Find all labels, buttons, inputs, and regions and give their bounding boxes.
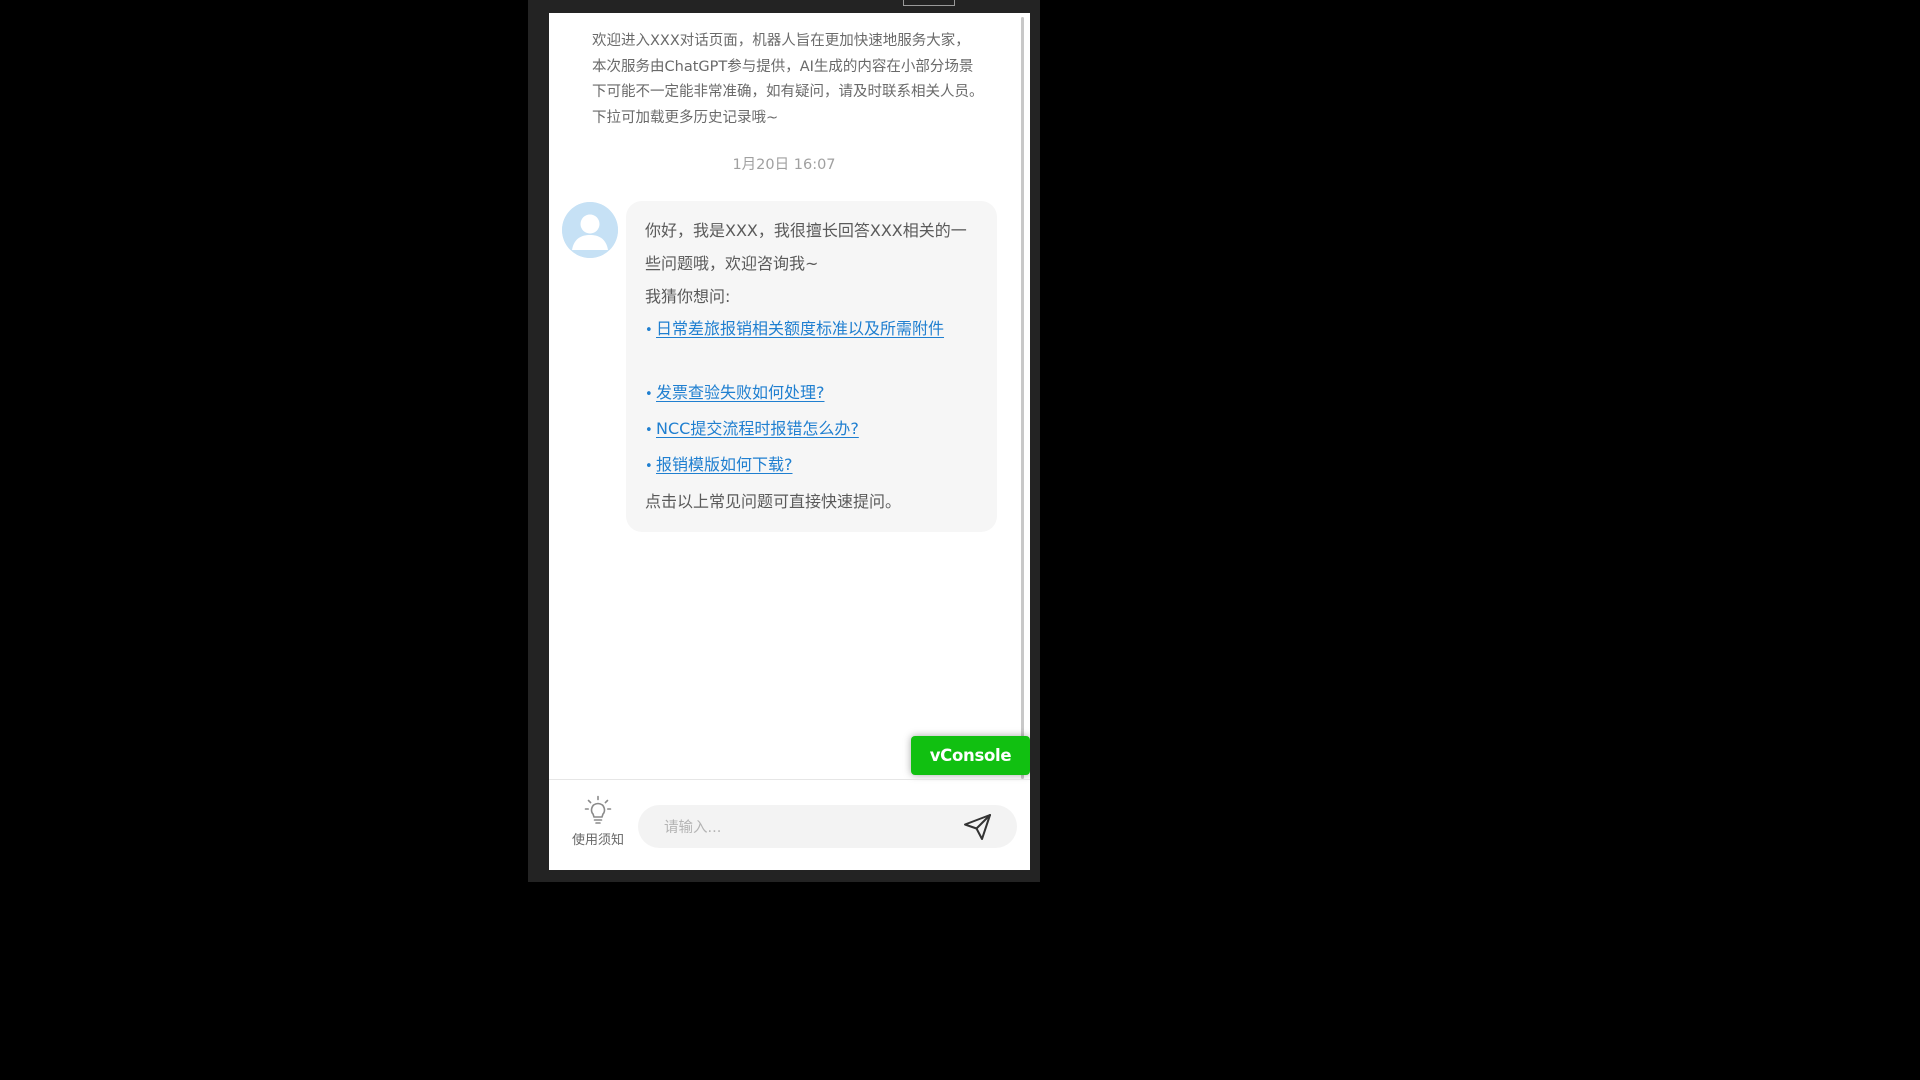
lightbulb-icon: [584, 795, 612, 824]
usage-notice-label: 使用须知: [571, 833, 624, 848]
bullet-icon: •: [645, 423, 653, 438]
message-input[interactable]: [662, 805, 956, 850]
scrollbar-thumb[interactable]: [1021, 17, 1024, 779]
message-timestamp: 1月20日 16:07: [732, 157, 836, 173]
scrollbar[interactable]: [1020, 17, 1025, 779]
suggested-question-text[interactable]: 发票查验失败如何处理?: [656, 383, 825, 402]
send-icon: [964, 814, 991, 840]
bottom-divider: [549, 779, 1030, 780]
suggested-question-text[interactable]: NCC提交流程时报错怎么办?: [656, 419, 859, 438]
chat-screen: 欢迎进入XXX对话页面，机器人旨在更加快速地服务大家，本次服务由ChatGPT参…: [549, 13, 1030, 870]
suggestion-footer: 点击以上常见问题可直接快速提问。: [645, 492, 902, 511]
suggestion-heading: 我猜你想问:: [645, 287, 731, 306]
bullet-icon: •: [645, 387, 653, 402]
send-button[interactable]: [961, 811, 995, 843]
welcome-notice: 欢迎进入XXX对话页面，机器人旨在更加快速地服务大家，本次服务由ChatGPT参…: [592, 33, 984, 126]
suggested-question[interactable]: • 报销模版如何下载?: [645, 451, 981, 481]
bot-message-bubble: 你好，我是XXX，我很擅长回答XXX相关的一些问题哦，欢迎咨询我~ 我猜你想问:…: [626, 201, 997, 532]
bullet-icon: •: [645, 323, 653, 338]
message-input-container: [638, 805, 1017, 850]
top-tab-indicator: [903, 0, 955, 6]
vconsole-button[interactable]: vConsole: [911, 736, 1030, 775]
suggested-question-text[interactable]: 日常差旅报销相关额度标准以及所需附件: [656, 319, 944, 338]
suggested-question[interactable]: • 日常差旅报销相关额度标准以及所需附件: [645, 315, 981, 345]
bot-avatar: [562, 202, 618, 258]
bullet-icon: •: [645, 459, 653, 474]
user-silhouette-icon: [562, 202, 618, 258]
suggested-question[interactable]: • 发票查验失败如何处理?: [645, 379, 981, 409]
suggested-question[interactable]: • NCC提交流程时报错怎么办?: [645, 415, 981, 445]
suggested-question-text[interactable]: 报销模版如何下载?: [656, 455, 793, 474]
usage-notice-button[interactable]: 使用须知: [563, 795, 633, 855]
bot-greeting: 你好，我是XXX，我很擅长回答XXX相关的一些问题哦，欢迎咨询我~: [645, 221, 967, 273]
